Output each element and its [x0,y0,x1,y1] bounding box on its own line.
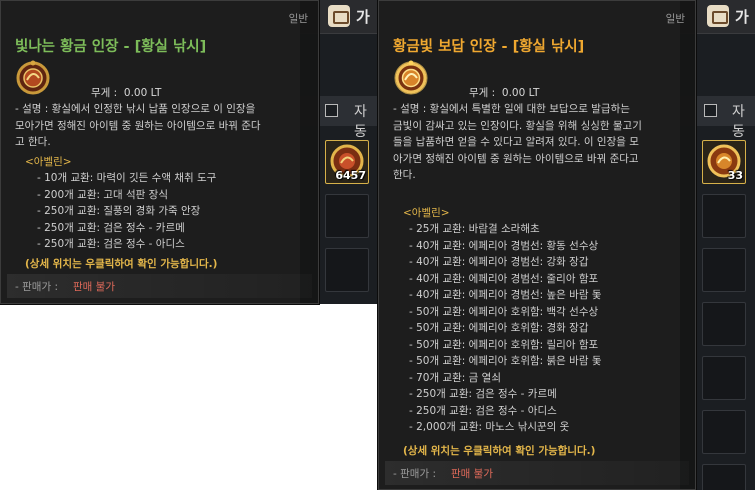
description-line: 모아가면 정해진 아이템 중 원하는 아이템으로 바꿔 준다 [15,119,261,132]
description-line: - 설명 : 황실에서 특별한 일에 대한 보답으로 발급하는 [393,103,630,115]
item-weight: 무게 : 0.00 LT [91,85,161,100]
detail-location-note: (상세 위치는 우클릭하여 확인 가능합니다.) [403,445,596,457]
weight-label: 무게 : [91,87,118,99]
exchange-item: - 40개 교환: 에페리아 경범선: 줄리아 함포 [409,272,599,285]
item-category: 일반 [288,13,308,25]
inventory-slot[interactable]: 33 [702,140,746,184]
exchange-item: - 250개 교환: 질풍의 경화 가죽 안장 [37,205,201,217]
sale-price-bar: - 판매가 : 판매 불가 [385,461,689,485]
inventory-slot[interactable] [325,194,369,238]
description-line: - 설명 : 황실에서 인정한 낚시 납품 인장으로 이 인장을 [15,103,256,115]
auto-sort-checkbox[interactable] [704,104,717,117]
exchange-item: - 2,000개 교환: 마노스 낚시꾼의 옷 [409,421,570,433]
exchange-item: - 50개 교환: 에페리아 호위함: 경화 장갑 [409,322,589,334]
exchange-item: - 40개 교환: 에페리아 경범선: 황동 선수상 [409,239,599,252]
exchange-list: - 25개 교환: 바람결 소라해초 - 40개 교환: 에페리아 경범선: 황… [409,221,602,436]
sale-price-value: 판매 불가 [73,281,115,293]
item-tooltip-1: 일반 빛나는 황금 인장 - [황실 낚시] 무게 : 0.00 LT - 설명… [0,0,319,304]
exchange-item: - 200개 교환: 고대 석판 장식 [37,188,168,201]
description-line: 고 한다. [15,136,51,148]
inventory-bag-icon[interactable] [328,5,350,27]
inventory-slot[interactable] [702,302,746,346]
inventory-bag-icon[interactable] [707,5,729,27]
auto-sort-checkbox[interactable] [325,104,338,117]
description-line: 들을 납품하면 얻을 수 있다고 알려져 있다. 이 인장을 모 [393,136,639,148]
sale-price-bar: - 판매가 : 판매 불가 [7,274,312,298]
exchange-item: - 50개 교환: 에페리아 호위함: 붉은 바람 돛 [409,355,602,367]
sale-price-value: 판매 불가 [451,468,493,480]
inventory-slot[interactable]: 6457 [325,140,369,184]
exchange-item: - 10개 교환: 마력이 깃든 수액 채취 도구 [37,172,217,184]
inventory-tab-label[interactable]: 가 [735,6,749,27]
exchange-item: - 25개 교환: 바람결 소라해초 [409,223,540,235]
item-description: - 설명 : 황실에서 인정한 낚시 납품 인장으로 이 인장을 모아가면 정해… [15,101,261,151]
exchange-section-title: <아벨린> [25,156,72,168]
inventory-slot[interactable] [702,248,746,292]
exchange-section-title: <아벨린> [403,207,450,219]
inventory-slot[interactable] [702,464,746,490]
inventory-slot[interactable] [702,410,746,454]
weight-label: 무게 : [469,87,496,99]
item-tooltip-2: 일반 황금빛 보답 인장 - [황실 낚시] 무게 : 0.00 LT - 설명… [378,0,696,490]
inventory-slot[interactable] [702,194,746,238]
weight-value: 0.00 LT [123,87,162,99]
sale-price-label: - 판매가 : [15,281,58,293]
weight-value: 0.00 LT [501,87,540,99]
exchange-item: - 250개 교환: 검은 정수 - 아디스 [409,404,557,417]
auto-sort-label: 자동 [732,104,745,140]
description-line: 한다. [393,169,416,181]
exchange-item: - 250개 교환: 검은 정수 - 카르메 [37,221,185,234]
slot-quantity: 33 [727,169,743,182]
description-line: 금빛이 감싸고 있는 인장이다. 황실을 위해 싱싱한 물고기 [393,119,642,132]
inventory-slot[interactable] [702,356,746,400]
item-weight: 무게 : 0.00 LT [469,85,539,100]
exchange-item: - 250개 교환: 검은 정수 - 카르메 [409,388,557,400]
exchange-item: - 40개 교환: 에페리아 경범선: 높은 바람 돛 [409,289,602,301]
exchange-list: - 10개 교환: 마력이 깃든 수액 채취 도구 - 200개 교환: 고대 … [37,170,216,253]
description-line: 아가면 정해진 아이템 중 원하는 아이템으로 바꿔 준다고 [393,152,639,165]
exchange-item: - 40개 교환: 에페리아 경범선: 강화 장갑 [409,256,589,268]
item-description: - 설명 : 황실에서 특별한 일에 대한 보답으로 발급하는 금빛이 감싸고 … [393,101,642,184]
item-title: 빛나는 황금 인장 - [황실 낚시] [15,39,207,55]
slot-quantity: 6457 [335,169,366,182]
inventory-slot[interactable] [325,248,369,292]
sale-price-label: - 판매가 : [393,468,436,480]
auto-sort-label: 자동 [354,104,367,140]
item-title: 황금빛 보답 인장 - [황실 낚시] [393,39,585,55]
exchange-item: - 250개 교환: 검은 정수 - 아디스 [37,238,185,250]
exchange-item: - 70개 교환: 금 열쇠 [409,371,501,384]
golden-reward-seal-medal-icon [393,59,429,95]
detail-location-note: (상세 위치는 우클릭하여 확인 가능합니다.) [25,258,218,270]
golden-seal-medal-icon [15,59,51,95]
exchange-item: - 50개 교환: 에페리아 호위함: 릴리아 함포 [409,338,599,351]
exchange-item: - 50개 교환: 에페리아 호위함: 백각 선수상 [409,305,599,318]
item-category: 일반 [665,13,685,25]
inventory-tab-label[interactable]: 가 [356,6,370,27]
